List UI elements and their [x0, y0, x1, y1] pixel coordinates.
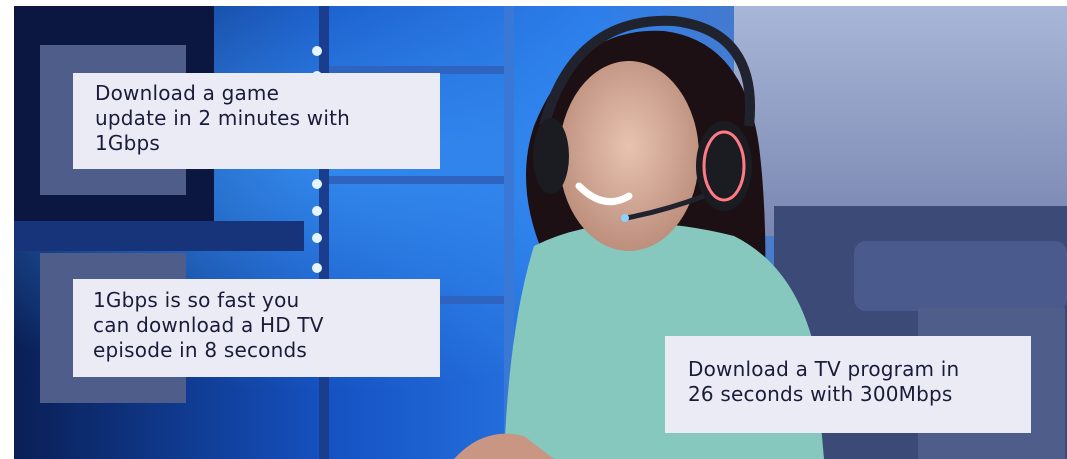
callout-game-update: Download a game update in 2 minutes with… — [73, 73, 440, 169]
callout-tv-program-line-1: Download a TV program in — [688, 357, 960, 381]
callout-hd-tv-episode: 1Gbps is so fast you can download a HD T… — [73, 279, 440, 377]
callout-hd-tv-line-1: 1Gbps is so fast you — [93, 288, 300, 312]
callout-tv-program-line-2: 26 seconds with 300Mbps — [688, 382, 953, 406]
callout-game-line-2: update in 2 minutes with — [95, 106, 351, 130]
callout-game-line-3: 1Gbps — [95, 131, 161, 155]
callout-hd-tv-line-3: episode in 8 seconds — [93, 338, 307, 362]
callout-tv-program: Download a TV program in 26 seconds with… — [665, 336, 1031, 433]
callout-game-line-1: Download a game — [95, 81, 280, 105]
promo-banner: Download a game update in 2 minutes with… — [0, 0, 1067, 459]
callout-hd-tv-line-2: can download a HD TV — [93, 313, 324, 337]
